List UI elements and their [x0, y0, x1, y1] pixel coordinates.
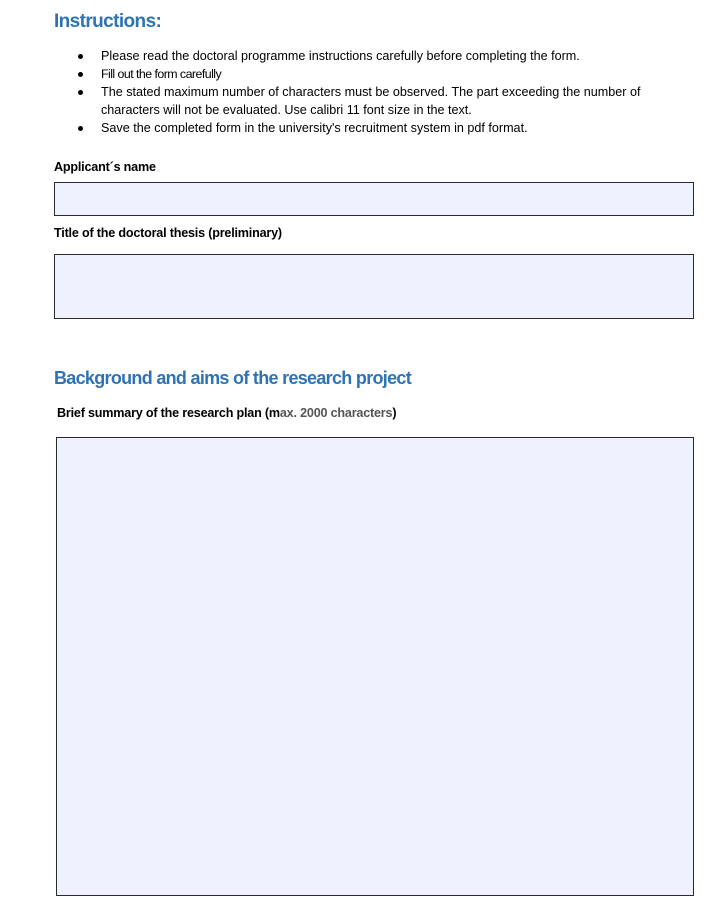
summary-label-suffix: ) — [392, 406, 397, 420]
summary-label: Brief summary of the research plan (max.… — [57, 405, 397, 421]
instruction-item: The stated maximum number of characters … — [78, 83, 688, 119]
thesis-title-field[interactable] — [54, 254, 694, 319]
instruction-item: Please read the doctoral programme instr… — [78, 47, 688, 65]
thesis-title-label: Title of the doctoral thesis (preliminar… — [54, 226, 282, 240]
instructions-list: Please read the doctoral programme instr… — [78, 47, 688, 137]
bullet-icon — [78, 54, 83, 59]
summary-field[interactable] — [56, 437, 694, 896]
instructions-heading: Instructions: — [54, 11, 162, 32]
bullet-icon — [78, 126, 83, 131]
instruction-text: The stated maximum number of characters … — [101, 85, 641, 117]
applicant-name-field[interactable] — [54, 182, 694, 216]
instruction-text: Fill out the form carefully — [101, 67, 222, 81]
bullet-icon — [78, 72, 83, 77]
bullet-icon — [78, 90, 83, 95]
instruction-text: Please read the doctoral programme instr… — [101, 49, 580, 63]
instruction-item: Fill out the form carefully — [78, 65, 688, 83]
summary-label-prefix: Brief summary of the research plan (m — [57, 406, 280, 420]
instruction-item: Save the completed form in the universit… — [78, 119, 688, 137]
section-heading: Background and aims of the research proj… — [54, 368, 412, 388]
instruction-text: Save the completed form in the universit… — [101, 121, 528, 135]
form-page: Instructions: Please read the doctoral p… — [0, 0, 722, 908]
summary-label-limit: ax. 2000 characters — [279, 406, 393, 420]
applicant-name-label: Applicant´s name — [54, 160, 156, 174]
